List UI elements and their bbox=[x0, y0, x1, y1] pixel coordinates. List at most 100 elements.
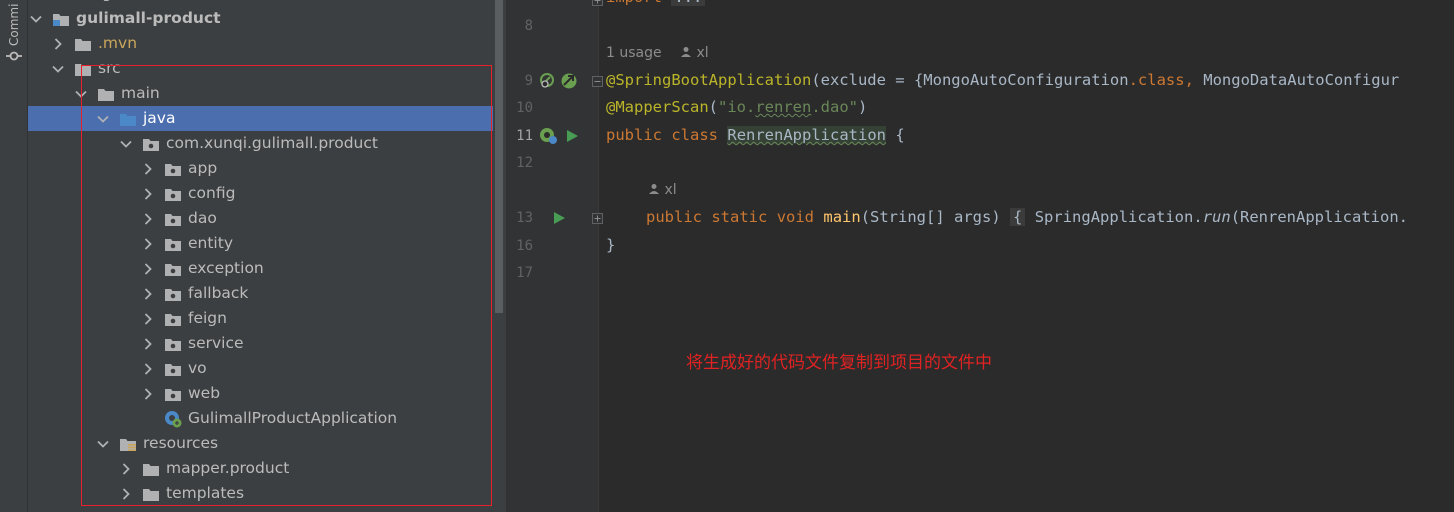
package-icon bbox=[164, 385, 182, 401]
code-text: (exclude = {MongoAutoConfiguration bbox=[811, 71, 1129, 89]
author-hint[interactable]: xl bbox=[648, 182, 677, 198]
tree-item-feign[interactable]: feign bbox=[28, 306, 493, 331]
tree-item-vo[interactable]: vo bbox=[28, 356, 493, 381]
chevron-down-icon[interactable] bbox=[97, 106, 109, 131]
run-icon[interactable] bbox=[553, 211, 566, 225]
commit-icon[interactable] bbox=[6, 49, 22, 63]
chevron-right-icon[interactable] bbox=[142, 381, 154, 406]
code-text: SpringApplication. bbox=[1034, 208, 1203, 226]
tree-item-gulimall-product[interactable]: gulimall-product bbox=[28, 6, 493, 31]
spring-boot-app-icon bbox=[164, 410, 182, 428]
keyword: void bbox=[776, 208, 815, 226]
spring-bean-icon[interactable] bbox=[539, 72, 557, 90]
annotation-note: 将生成好的代码文件复制到项目的文件中 bbox=[686, 353, 992, 373]
usage-count[interactable]: 1 usage bbox=[606, 45, 662, 61]
tree-item-web[interactable]: web bbox=[28, 381, 493, 406]
chevron-right-icon[interactable] bbox=[142, 181, 154, 206]
project-tree: g gulimall-product .mvn srcmain java com.xun… bbox=[28, 0, 493, 512]
tree-item-label: fallback bbox=[188, 284, 249, 302]
string-literal: renren bbox=[755, 98, 812, 116]
line-number: 10 bbox=[516, 100, 533, 116]
tree-item-label: com.xunqi.gulimall.product bbox=[166, 134, 378, 152]
tree-item-label: service bbox=[188, 334, 244, 352]
source-folder-icon bbox=[119, 110, 137, 126]
code-text: ) bbox=[858, 98, 868, 116]
tree-item-gulimallproductapplication[interactable]: GulimallProductApplication bbox=[28, 406, 493, 431]
string-literal: .dao" bbox=[811, 98, 858, 116]
annotation: @SpringBootApplication bbox=[606, 71, 812, 89]
package-icon bbox=[164, 260, 182, 276]
tree-item-templates[interactable]: templates bbox=[28, 481, 493, 506]
chevron-right-icon[interactable] bbox=[142, 206, 154, 231]
tree-item-label: web bbox=[188, 384, 221, 402]
usage-hint[interactable]: 1 usage xl bbox=[606, 45, 709, 61]
chevron-down-icon[interactable] bbox=[120, 131, 132, 156]
chevron-right-icon[interactable] bbox=[120, 481, 132, 506]
tree-item-fallback[interactable]: fallback bbox=[28, 281, 493, 306]
code-line-11[interactable]: public class RenrenApplication { bbox=[606, 126, 905, 144]
code-line-import[interactable]: import ... bbox=[606, 0, 706, 6]
chevron-down-icon[interactable] bbox=[52, 56, 64, 81]
tree-item-com-xunqi-gulimall-product[interactable]: com.xunqi.gulimall.product bbox=[28, 131, 493, 156]
tree-item-java[interactable]: java bbox=[28, 106, 493, 131]
chevron-right-icon[interactable] bbox=[52, 31, 64, 56]
tree-item-label: exception bbox=[188, 259, 264, 277]
keyword: import bbox=[606, 0, 662, 6]
chevron-right-icon[interactable] bbox=[142, 356, 154, 381]
tree-item-service[interactable]: service bbox=[28, 331, 493, 356]
folded-body[interactable]: { bbox=[1010, 208, 1026, 226]
chevron-down-icon[interactable] bbox=[75, 81, 87, 106]
package-icon bbox=[164, 160, 182, 176]
method-name: main bbox=[823, 208, 861, 226]
spring-boot-icon[interactable] bbox=[539, 127, 559, 145]
tree-item-config[interactable]: config bbox=[28, 181, 493, 206]
chevron-right-icon[interactable] bbox=[142, 331, 154, 356]
folder-icon bbox=[142, 485, 160, 501]
chevron-right-icon[interactable] bbox=[142, 156, 154, 181]
code-line-16[interactable]: } bbox=[606, 236, 615, 254]
tree-item-dao[interactable]: dao bbox=[28, 206, 493, 231]
folder-icon bbox=[74, 35, 92, 51]
scrollbar-thumb[interactable] bbox=[495, 0, 503, 313]
tree-item-app[interactable]: app bbox=[28, 156, 493, 181]
tree-item-label: dao bbox=[188, 209, 217, 227]
tree-item-resources[interactable]: resources bbox=[28, 431, 493, 456]
chevron-down-icon[interactable] bbox=[97, 431, 109, 456]
code-line-13[interactable]: public static void main(String[] args) {… bbox=[646, 208, 1408, 226]
chevron-right-icon[interactable] bbox=[142, 256, 154, 281]
package-icon bbox=[164, 210, 182, 226]
chevron-right-icon[interactable] bbox=[120, 456, 132, 481]
folded-imports[interactable]: ... bbox=[671, 0, 706, 6]
tree-item-entity[interactable]: entity bbox=[28, 231, 493, 256]
tree-item-label: entity bbox=[188, 234, 233, 252]
tree-item-label: .mvn bbox=[98, 34, 138, 52]
package-icon bbox=[164, 235, 182, 251]
tree-item-label: app bbox=[188, 159, 218, 177]
line-number: 5 bbox=[507, 0, 533, 4]
fold-marker-icon[interactable] bbox=[592, 213, 603, 224]
tree-item-exception[interactable]: exception bbox=[28, 256, 493, 281]
chevron-right-icon[interactable] bbox=[142, 306, 154, 331]
chevron-down-icon[interactable] bbox=[30, 6, 42, 31]
tree-scrollbar[interactable] bbox=[493, 0, 506, 512]
commit-tab-label[interactable]: Commi bbox=[7, 2, 21, 46]
chevron-right-icon[interactable] bbox=[142, 231, 154, 256]
tree-item-main[interactable]: main bbox=[28, 81, 493, 106]
fold-marker-icon[interactable] bbox=[592, 76, 603, 87]
fold-marker-icon[interactable] bbox=[592, 0, 603, 6]
keyword: .class bbox=[1128, 71, 1185, 89]
tree-item-mapper-product[interactable]: mapper.product bbox=[28, 456, 493, 481]
code-text: (String[] args) bbox=[860, 208, 1001, 226]
keyword: class bbox=[671, 126, 719, 144]
tree-item-mvn[interactable]: .mvn bbox=[28, 31, 493, 56]
spring-config-icon[interactable] bbox=[560, 72, 578, 90]
line-number: 16 bbox=[516, 238, 533, 254]
tree-item-src[interactable]: src bbox=[28, 56, 493, 81]
line-number: 8 bbox=[524, 18, 533, 34]
author-name[interactable]: xl bbox=[697, 45, 709, 61]
run-icon[interactable] bbox=[566, 129, 579, 143]
code-line-10[interactable]: @MapperScan("io.renren.dao") bbox=[606, 98, 867, 116]
code-line-9[interactable]: @SpringBootApplication(exclude = {MongoA… bbox=[606, 71, 1399, 89]
chevron-right-icon[interactable] bbox=[142, 281, 154, 306]
author-name[interactable]: xl bbox=[664, 182, 676, 198]
